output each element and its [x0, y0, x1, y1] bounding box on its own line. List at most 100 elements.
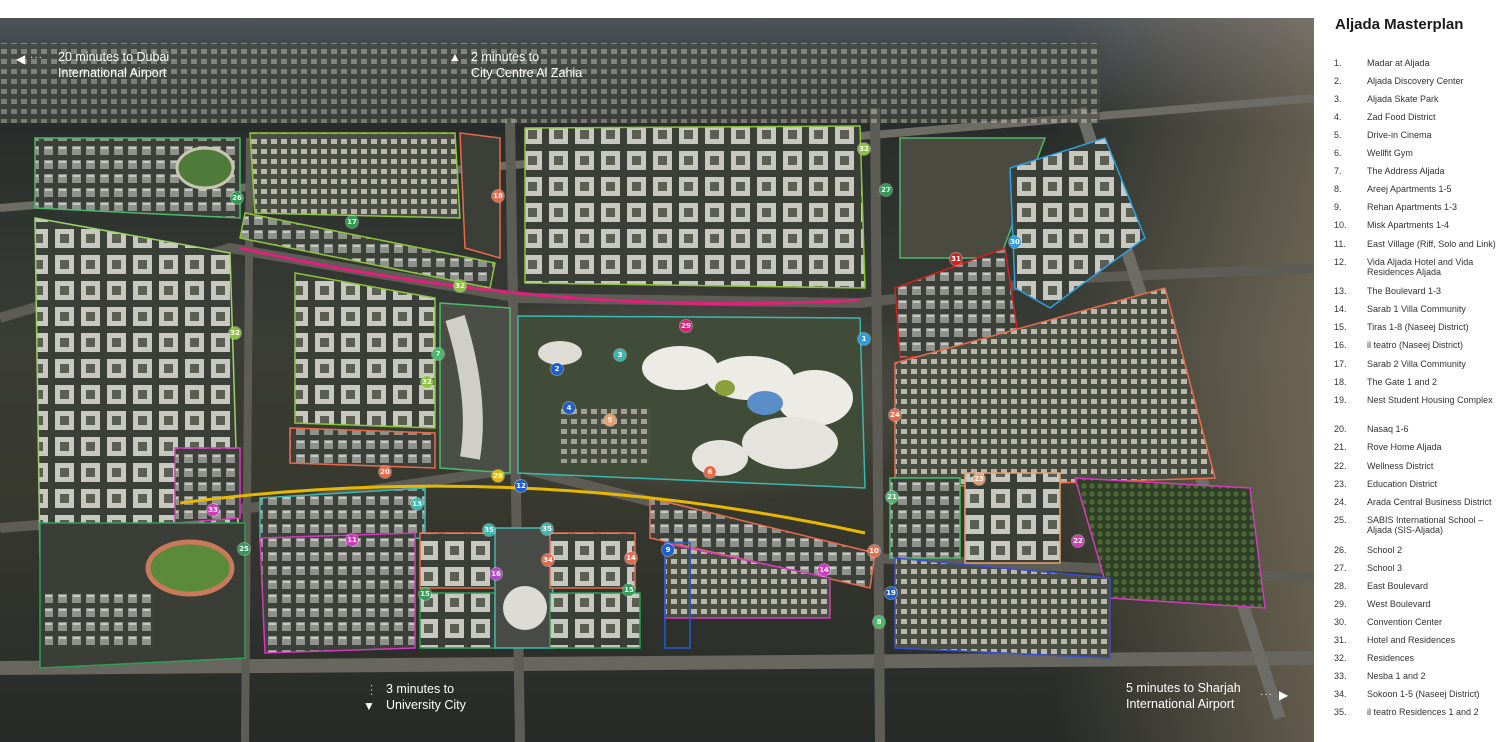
marker-4[interactable]: 4	[563, 402, 575, 414]
legend-item-label: SABIS International School – Aljada (SIS…	[1367, 515, 1484, 535]
legend-item-number: 6.	[1334, 148, 1342, 158]
marker-32d[interactable]: 32	[421, 376, 433, 388]
marker-35b[interactable]: 35	[541, 523, 553, 535]
marker-27[interactable]: 27	[880, 184, 892, 196]
marker-29[interactable]: 29	[680, 320, 692, 332]
legend-item-number: 17.	[1334, 359, 1347, 369]
marker-20[interactable]: 20	[379, 466, 391, 478]
legend-item-label: Nesba 1 and 2	[1367, 671, 1426, 681]
district-residences-north	[524, 125, 866, 289]
district-convention-center	[1009, 137, 1146, 309]
legend-item-number: 29.	[1334, 599, 1347, 609]
district-education	[964, 472, 1061, 564]
marker-32c[interactable]: 32	[229, 327, 241, 339]
legend-item-number: 9.	[1334, 202, 1342, 212]
legend-item-label: School 3	[1367, 563, 1403, 573]
marker-19[interactable]: 19	[885, 587, 897, 599]
west-dots: ···	[30, 52, 43, 63]
marker-21[interactable]: 21	[886, 491, 898, 503]
marker-32b[interactable]: 32	[454, 280, 466, 292]
marker-23[interactable]: 23	[973, 473, 985, 485]
marker-17[interactable]: 17	[346, 216, 358, 228]
marker-33[interactable]: 33	[207, 504, 219, 516]
legend-item-label: Madar at Aljada	[1367, 58, 1430, 68]
marker-18[interactable]: 18	[492, 190, 504, 202]
legend-item-label: East Village (Riff, Solo and Link)	[1367, 239, 1496, 249]
legend-item-number: 4.	[1334, 112, 1342, 122]
legend-item-label: Residences	[1367, 653, 1415, 663]
legend-item-label: East Boulevard	[1367, 581, 1429, 591]
legend-item-number: 2.	[1334, 76, 1342, 86]
marker-14b[interactable]: 14	[625, 552, 637, 564]
marker-6[interactable]: 6	[704, 466, 716, 478]
legend-item-number: 13.	[1334, 286, 1347, 296]
legend-item-label: il teatro Residences 1 and 2	[1367, 707, 1479, 717]
marker-25[interactable]: 25	[238, 543, 250, 555]
district-sarab-2	[249, 132, 461, 219]
district-residences-central	[294, 272, 436, 429]
south-arrow-icon: ▼	[363, 699, 375, 713]
marker-3[interactable]: 3	[614, 349, 626, 361]
legend-item-label: Nest Student Housing Complex	[1367, 395, 1493, 405]
marker-9[interactable]: 9	[662, 544, 674, 556]
marker-26[interactable]: 26	[231, 192, 243, 204]
marker-24[interactable]: 24	[889, 409, 901, 421]
marker-31[interactable]: 31	[950, 253, 962, 265]
marker-34[interactable]: 34	[542, 554, 554, 566]
marker-15b[interactable]: 15	[623, 584, 635, 596]
legend-item-label: Aljada Discovery Center	[1367, 76, 1464, 86]
legend-item-number: 8.	[1334, 184, 1342, 194]
east-dots: ···	[1260, 689, 1273, 700]
district-nasaq	[289, 427, 436, 469]
marker-7[interactable]: 7	[432, 348, 444, 360]
legend-item-label: Areej Apartments 1-5	[1367, 184, 1452, 194]
legend-item-label: Wellness District	[1367, 461, 1434, 471]
legend-item-number: 5.	[1334, 130, 1342, 140]
marker-13[interactable]: 13	[411, 498, 423, 510]
legend-item-number: 28.	[1334, 581, 1347, 591]
marker-10[interactable]: 10	[868, 545, 880, 557]
legend-item-number: 27.	[1334, 563, 1347, 573]
marker-5[interactable]: 5	[604, 414, 616, 426]
marker-30[interactable]: 30	[1009, 236, 1021, 248]
legend-item-label: The Boulevard 1-3	[1367, 286, 1442, 296]
legend-item-number: 19.	[1334, 395, 1347, 405]
west-arrow-icon: ◀	[16, 52, 26, 66]
marker-8[interactable]: 8	[873, 616, 885, 628]
marker-2[interactable]: 2	[551, 363, 563, 375]
legend-item-label: Vida Aljada Hotel and Vida Residences Al…	[1367, 257, 1474, 277]
marker-16[interactable]: 16	[490, 568, 502, 580]
marker-15a[interactable]: 15	[419, 588, 431, 600]
marker-22[interactable]: 22	[1072, 535, 1084, 547]
callout-dubai-airport: 20 minutes to Dubai International Airpor…	[58, 50, 170, 80]
legend-item-number: 7.	[1334, 166, 1342, 176]
legend-item-label: The Address Aljada	[1367, 166, 1445, 176]
legend-item-label: Drive-in Cinema	[1367, 130, 1432, 140]
marker-35a[interactable]: 35	[483, 524, 495, 536]
legend-item-number: 12.	[1334, 257, 1347, 267]
aerial-masterplan-map: 1 2 3 4 5 6 7 8 9 10 11 12 13 14 14 15 1…	[0, 18, 1314, 742]
east-arrow-icon: ▶	[1279, 688, 1289, 702]
marker-12[interactable]: 12	[515, 480, 527, 492]
marker-28[interactable]: 28	[492, 470, 504, 482]
callout-city-centre: 2 minutes to City Centre Al Zahia	[471, 50, 583, 80]
legend-item-label: Sarab 1 Villa Community	[1367, 304, 1466, 314]
marker-32a[interactable]: 32	[858, 143, 870, 155]
legend-item-label: Sokoon 1-5 (Naseej District)	[1367, 689, 1480, 699]
marker-14a[interactable]: 14	[818, 564, 830, 576]
legend-item-number: 21.	[1334, 442, 1347, 452]
legend-item-label: The Gate 1 and 2	[1367, 377, 1438, 387]
il-teatro-dome	[503, 586, 547, 630]
north-arrow-icon: ▲	[449, 50, 461, 64]
legend-item-label: Sarab 2 Villa Community	[1367, 359, 1466, 369]
south-dots: ···	[366, 684, 377, 697]
legend-item-label: School 2	[1367, 545, 1403, 555]
legend-item-number: 33.	[1334, 671, 1347, 681]
district-nest-student	[894, 557, 1111, 659]
legend-item-number: 25.	[1334, 515, 1347, 525]
legend-item-number: 23.	[1334, 479, 1347, 489]
marker-11[interactable]: 11	[346, 534, 358, 546]
marker-1[interactable]: 1	[858, 333, 870, 345]
legend-item-label: Misk Apartments 1-4	[1367, 220, 1450, 230]
legend-item-label: Education District	[1367, 479, 1438, 489]
